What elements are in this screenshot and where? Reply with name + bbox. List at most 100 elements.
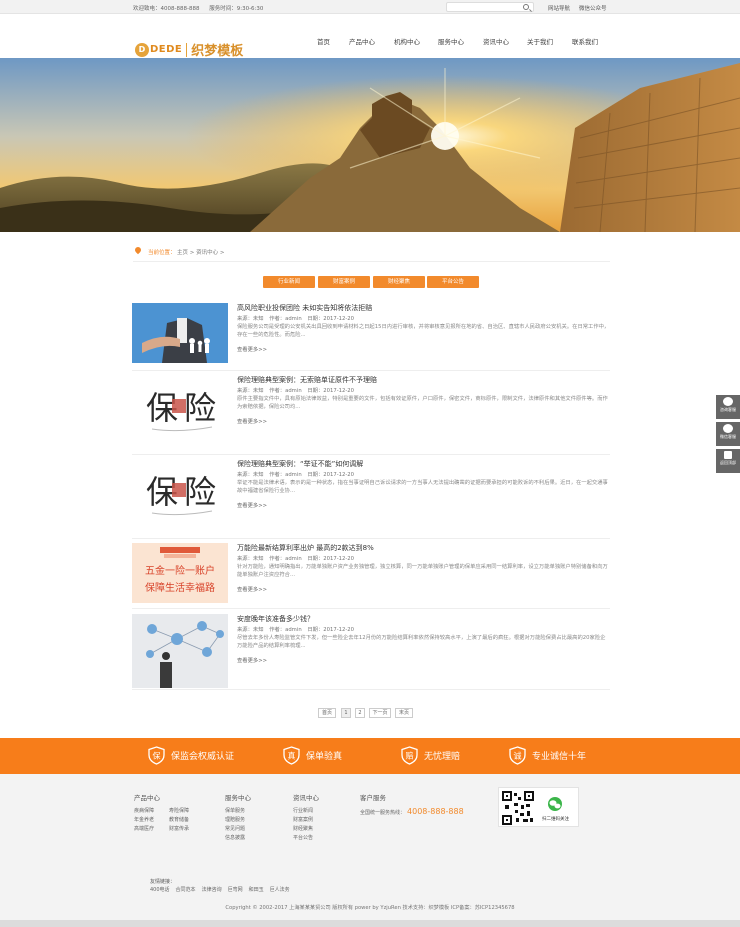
read-more-link[interactable]: 查看更多>> — [237, 501, 267, 509]
article-author: 作者：admin — [269, 388, 302, 394]
hotline-number: 4008-888-888 — [407, 807, 464, 816]
footer-link[interactable]: 保单服务 — [225, 807, 275, 814]
nav-news[interactable]: 资讯中心 — [483, 36, 509, 46]
qr-code-icon — [502, 791, 562, 825]
page-1[interactable]: 1 — [341, 708, 351, 718]
nav-about[interactable]: 关于我们 — [527, 36, 553, 46]
great-wall-sunset-image — [0, 58, 740, 232]
footer-link[interactable]: 财富传承 — [169, 825, 204, 832]
page-2[interactable]: 2 — [355, 708, 365, 718]
footer-link[interactable]: 行业新闻 — [293, 807, 343, 814]
footer-link[interactable]: 年金养老 — [134, 816, 169, 823]
article-thumbnail[interactable]: 五金一险一账户 保障生活幸福路 — [132, 543, 228, 603]
article-thumbnail[interactable]: 保 险 — [132, 377, 228, 439]
top-bar: 欢迎致电：4008-888-888 服务时间：9:30-6:30 网站导航 微信… — [0, 0, 740, 14]
footer-news: 资讯中心 行业新闻 财富案例 财经聚焦 平台公告 — [293, 792, 343, 841]
pagination: 首页 1 2 下一页 末页 — [0, 708, 740, 718]
breadcrumb-path[interactable]: 主页 > 资讯中心 > — [177, 248, 224, 256]
float-label: 咨询客服 — [720, 407, 736, 412]
article-date: 日期：2017-12-20 — [307, 627, 355, 633]
nav-contact[interactable]: 联系我们 — [572, 36, 598, 46]
search-input[interactable] — [446, 2, 534, 12]
svg-text:保: 保 — [153, 751, 161, 761]
footer-customer-service: 客户服务 全国统一服务热线： 4008-888-888 — [360, 792, 464, 816]
search-icon[interactable] — [523, 4, 529, 10]
friend-link[interactable]: 巨人法务 — [270, 886, 290, 893]
nav-products[interactable]: 产品中心 — [349, 36, 375, 46]
breadcrumb: 当前位置： 主页 > 资讯中心 > — [133, 245, 610, 262]
article-title[interactable]: 保险理赔典型案例：“举证不能”如何调解 — [237, 459, 363, 469]
shield-icon: 真 — [283, 746, 300, 765]
read-more-link[interactable]: 查看更多>> — [237, 585, 267, 593]
page-first[interactable]: 首页 — [318, 708, 336, 718]
friend-links: 友情链接： 400电话 合同范本 法律咨询 巨弯网 和田玉 巨人法务 — [150, 878, 290, 893]
friend-link[interactable]: 合同范本 — [176, 886, 196, 893]
bottom-strip — [0, 920, 740, 927]
logo[interactable]: D DEDE 织梦模板 — [135, 40, 243, 59]
article-item: 安度晚年该准备多少钱？ 来源：未知 作者：admin 日期：2017-12-20… — [132, 614, 610, 690]
shield-icon: 赔 — [401, 746, 418, 765]
article-date: 日期：2017-12-20 — [307, 472, 355, 478]
category-tab-cases[interactable]: 财富案例 — [318, 276, 370, 288]
svg-text:赔: 赔 — [406, 751, 414, 761]
article-title[interactable]: 万能险最新结算利率出炉 最高的2款达到8% — [237, 543, 374, 553]
category-tab-industry[interactable]: 行业新闻 — [263, 276, 315, 288]
footer-heading: 服务中心 — [225, 794, 251, 802]
footer-link[interactable]: 平台公告 — [293, 834, 343, 841]
svg-text:险: 险 — [184, 473, 216, 511]
sitemap-link[interactable]: 网站导航 — [548, 4, 570, 12]
promo-bar: 保 保监会权威认证 真 保单验真 赔 无忧理赔 诚 专业诚信十年 — [0, 738, 740, 774]
qr-caption: 扫二维码关注 — [542, 817, 569, 822]
float-label: 返回顶部 — [720, 460, 736, 465]
friend-link[interactable]: 400电话 — [150, 886, 170, 893]
svg-text:险: 险 — [184, 389, 216, 427]
footer-link[interactable]: 常见问题 — [225, 825, 275, 832]
article-source: 来源：未知 — [237, 316, 264, 322]
article-thumbnail[interactable] — [132, 303, 228, 363]
article-title[interactable]: 高风险职业投保团险 未如实告知将依法拒赔 — [237, 303, 372, 313]
promo-item: 真 保单验真 — [283, 746, 342, 765]
article-summary: 举证不能是法律术语，表示的是一种状态，指在当事证明自己诉讼请求的一方当事人无法提… — [237, 480, 608, 494]
category-tab-finance[interactable]: 财经聚焦 — [373, 276, 425, 288]
read-more-link[interactable]: 查看更多>> — [237, 417, 267, 425]
footer-link[interactable]: 理赔服务 — [225, 816, 275, 823]
article-item: 五金一险一账户 保障生活幸福路 万能险最新结算利率出炉 最高的2款达到8% 来源… — [132, 543, 610, 609]
nav-services[interactable]: 服务中心 — [438, 36, 464, 46]
article-title[interactable]: 保险理赔典型案例：无索赔单证原件不予理赔 — [237, 375, 377, 385]
footer-link[interactable]: 教育储备 — [169, 816, 204, 823]
category-tab-notices[interactable]: 平台公告 — [427, 276, 479, 288]
logo-badge: D — [135, 42, 149, 57]
page-last[interactable]: 末页 — [395, 708, 413, 718]
article-summary: 保险服务公司是受理的公安机关出具回收到申请材料之日起15日内进行审核，并将审核意… — [237, 324, 610, 338]
article-title[interactable]: 安度晚年该准备多少钱？ — [237, 614, 314, 624]
friend-link[interactable]: 和田玉 — [249, 886, 264, 893]
footer-link[interactable]: 寿险保障 — [169, 807, 204, 814]
friend-link[interactable]: 巨弯网 — [228, 886, 243, 893]
article-meta: 来源：未知 作者：admin 日期：2017-12-20 — [237, 386, 358, 394]
float-backtotop-button[interactable]: 返回顶部 — [716, 449, 740, 473]
footer-link[interactable]: 财经聚焦 — [293, 825, 343, 832]
float-consult-button[interactable]: 咨询客服 — [716, 395, 740, 419]
float-wechat-button[interactable]: 微信客服 — [716, 422, 740, 446]
article-author: 作者：admin — [269, 556, 302, 562]
footer-link[interactable]: 财富案例 — [293, 816, 343, 823]
promo-item: 诚 专业诚信十年 — [509, 746, 586, 765]
footer-link[interactable]: 高端医疗 — [134, 825, 169, 832]
wechat-link[interactable]: 微信公众号 — [579, 4, 607, 12]
footer-heading: 资讯中心 — [293, 794, 319, 802]
nav-home[interactable]: 首页 — [317, 36, 330, 46]
read-more-link[interactable]: 查看更多>> — [237, 345, 267, 353]
article-meta: 来源：未知 作者：admin 日期：2017-12-20 — [237, 314, 358, 322]
article-author: 作者：admin — [269, 472, 302, 478]
contact-info: 欢迎致电：4008-888-888 服务时间：9:30-6:30 — [133, 4, 271, 12]
article-thumbnail[interactable]: 保 险 — [132, 461, 228, 523]
copyright: Copyright © 2002-2017 上海某某某贸公司 版权所有 powe… — [225, 905, 515, 911]
footer-heading: 客户服务 — [360, 794, 386, 802]
article-thumbnail[interactable] — [132, 614, 228, 688]
read-more-link[interactable]: 查看更多>> — [237, 656, 267, 664]
footer-link[interactable]: 疾病保障 — [134, 807, 169, 814]
page-next[interactable]: 下一页 — [369, 708, 391, 718]
friend-link[interactable]: 法律咨询 — [202, 886, 222, 893]
nav-institutions[interactable]: 机构中心 — [394, 36, 420, 46]
footer-link[interactable]: 信息披露 — [225, 834, 275, 841]
